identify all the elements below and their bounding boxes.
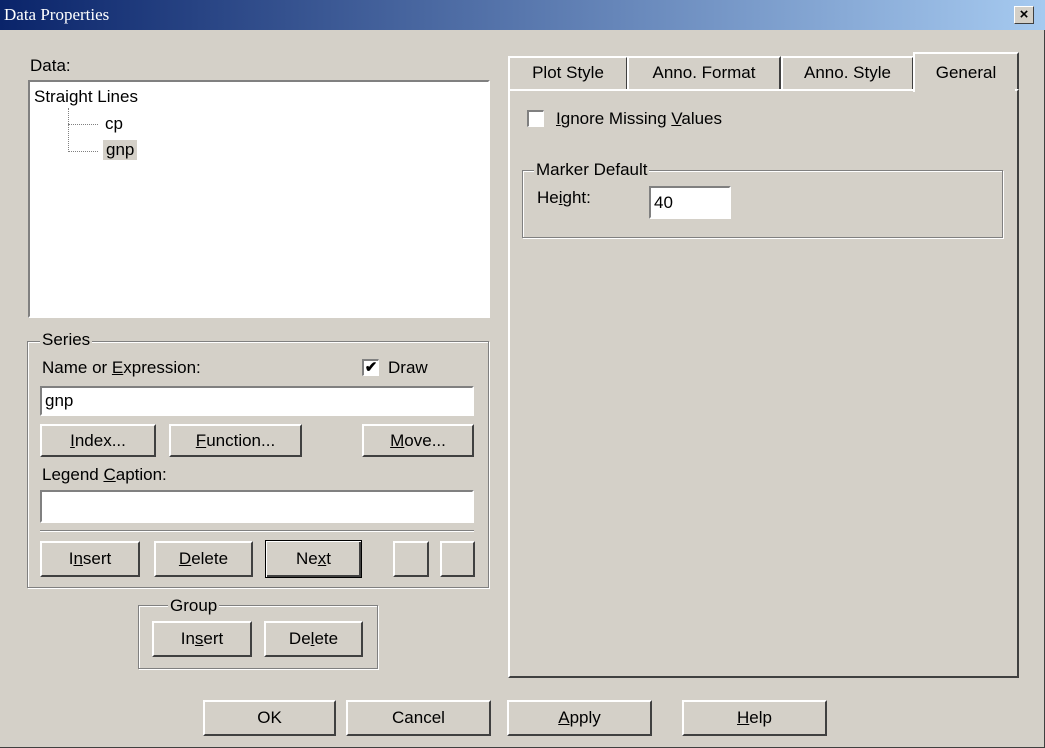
tab-anno-format[interactable]: Anno. Format <box>627 56 781 90</box>
height-label: Height: <box>537 188 591 207</box>
draw-checkbox[interactable]: ✔ <box>362 359 379 376</box>
tree-connector <box>68 151 98 152</box>
tab-general[interactable]: General <box>913 52 1019 92</box>
tree-root-straight-lines[interactable]: Straight Lines <box>34 87 138 107</box>
move-button[interactable]: Move... <box>362 424 474 457</box>
tree-connector <box>68 124 98 125</box>
marker-default-legend: Marker Default <box>534 160 650 180</box>
data-properties-dialog: Data Properties × Data: Straight Lines c… <box>0 0 1045 748</box>
legend-caption-label: Legend Caption: <box>42 465 167 484</box>
tab-plot-style[interactable]: Plot Style <box>508 56 628 90</box>
window-title: Data Properties <box>4 5 110 24</box>
series-delete-button[interactable]: Delete <box>154 541 253 577</box>
ignore-missing-label: Ignore Missing Values <box>556 109 723 128</box>
series-legend: Series <box>40 330 93 350</box>
series-extra-button-2[interactable] <box>440 541 475 577</box>
tree-item-cp[interactable]: cp <box>105 114 123 134</box>
close-icon: × <box>1019 6 1029 23</box>
group-delete-button[interactable]: Delete <box>264 621 363 657</box>
data-label: Data: <box>30 56 71 76</box>
function-button[interactable]: Function... <box>169 424 302 457</box>
group-legend: Group <box>168 596 220 616</box>
index-button[interactable]: Index... <box>40 424 156 457</box>
height-value: 40 <box>654 193 673 212</box>
tree-item-gnp[interactable]: gnp <box>103 140 138 160</box>
check-icon: ✔ <box>364 359 378 376</box>
name-expression-label: Name or Expression: <box>42 358 201 377</box>
series-next-button[interactable]: Next <box>265 540 362 578</box>
title-bar[interactable]: Data Properties × <box>0 0 1045 30</box>
name-expression-input[interactable]: gnp <box>40 386 474 416</box>
data-tree[interactable]: Straight Lines cp gnp <box>28 80 490 318</box>
name-expression-value: gnp <box>45 391 74 410</box>
data-label-text: Data: <box>30 56 71 75</box>
legend-caption-input[interactable] <box>40 490 474 523</box>
help-button[interactable]: Help <box>682 700 827 736</box>
tab-joiner <box>915 88 1015 91</box>
cancel-button[interactable]: Cancel <box>346 700 491 736</box>
ok-button[interactable]: OK <box>203 700 336 736</box>
series-insert-button[interactable]: Insert <box>40 541 140 577</box>
marker-default-group <box>522 170 1003 238</box>
ignore-missing-checkbox[interactable] <box>527 110 544 127</box>
draw-label: Draw <box>388 358 428 377</box>
apply-button[interactable]: Apply <box>507 700 652 736</box>
tab-anno-style[interactable]: Anno. Style <box>781 56 914 90</box>
height-input[interactable]: 40 <box>649 186 731 219</box>
divider <box>40 530 474 532</box>
close-button[interactable]: × <box>1014 6 1034 24</box>
tree-connector <box>68 108 69 152</box>
group-insert-button[interactable]: Insert <box>152 621 252 657</box>
series-extra-button-1[interactable] <box>393 541 429 577</box>
